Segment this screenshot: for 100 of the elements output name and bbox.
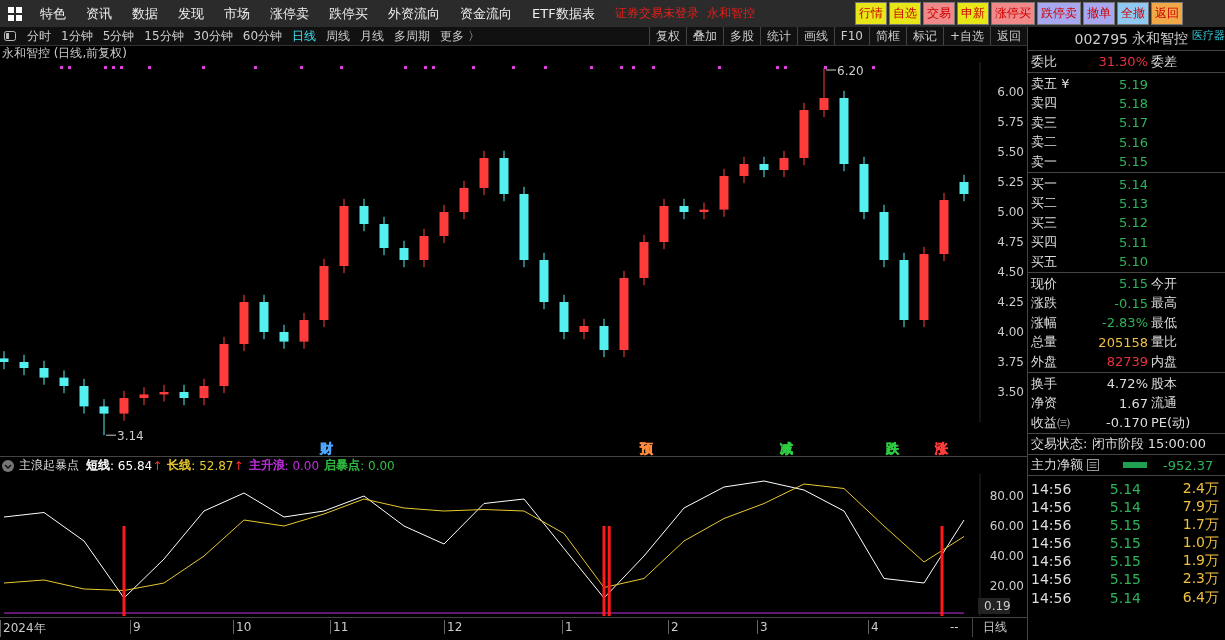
candlestick [799, 102, 809, 166]
period-tab[interactable]: 5分钟 [97, 27, 140, 45]
field-value: 5.13 [1118, 195, 1149, 211]
field-label: 总量 [1031, 333, 1058, 352]
field-label: PE(动) [1151, 413, 1192, 432]
axis-label: 5.75 [997, 115, 1024, 129]
field-value: -2.83% [1101, 315, 1149, 331]
legend-value: : 52.87 [191, 458, 234, 473]
period-tab[interactable]: 周线 [321, 27, 356, 45]
stock-name: 永和智控 [1132, 29, 1188, 48]
menu-item[interactable]: 数据 [122, 4, 168, 23]
tool-button[interactable]: 叠加 [685, 27, 723, 45]
field-label: 买三 [1031, 213, 1058, 232]
tick-price: 5.14 [1108, 589, 1141, 606]
event-marker[interactable]: 跌 [885, 441, 899, 456]
candlestick [179, 384, 189, 406]
menu-item[interactable]: 特色 [30, 4, 76, 23]
period-tab[interactable]: 分时 [22, 27, 56, 45]
legend-label: 短线 [86, 457, 110, 474]
app-grid-icon[interactable] [8, 6, 22, 21]
field-label: 卖三 [1031, 113, 1058, 132]
field-label: 现价 [1031, 275, 1058, 293]
field-value: 5.10 [1118, 254, 1149, 270]
tool-button[interactable]: 返回 [990, 27, 1027, 45]
axis-label: 1 [562, 620, 573, 634]
field-value: 205158 [1097, 334, 1149, 350]
indicator-name: 主浪起暴点 [19, 457, 79, 474]
axis-label: 10 [233, 620, 252, 634]
field-value: 5.14 [1118, 176, 1149, 192]
tool-button[interactable]: 复权 [648, 27, 686, 45]
axis-label: 3.50 [997, 385, 1024, 399]
field-label: 卖五 ¥ [1031, 75, 1071, 94]
axis-label: 9 [130, 620, 141, 634]
menu-item[interactable]: 发现 [168, 4, 214, 23]
legend-value: : 0.00 [284, 458, 320, 473]
quick-button[interactable]: 行情 [855, 2, 887, 25]
menu-item[interactable]: ETF数据表 [522, 4, 605, 23]
tool-button[interactable]: 画线 [796, 27, 834, 45]
tool-button[interactable]: 多股 [722, 27, 760, 45]
field-label: 量比 [1151, 333, 1178, 352]
axis-label: 4.50 [997, 265, 1024, 279]
period-tab[interactable]: 30分钟 [188, 27, 238, 45]
tool-button[interactable]: +自选 [942, 27, 990, 45]
candlestick [719, 168, 729, 218]
tick-volume: 1.7万 [1181, 515, 1220, 534]
tick-time: 14:56 [1031, 480, 1073, 497]
field-label: 涨跌 [1031, 294, 1058, 313]
menu-item[interactable]: 资金流向 [450, 4, 522, 23]
axis-label: 4.00 [997, 325, 1024, 339]
event-marker[interactable]: 减 [779, 441, 793, 456]
tool-button[interactable]: 标记 [905, 27, 943, 45]
quick-button[interactable]: 申新 [957, 2, 989, 25]
period-tab[interactable]: 15分钟 [139, 27, 189, 45]
event-marker[interactable]: 预 [639, 441, 653, 456]
sector-tag[interactable]: 医疗器 [1192, 28, 1225, 43]
axis-label: 2024年 [0, 620, 46, 637]
event-marker[interactable]: 涨 [934, 441, 948, 456]
field-value: 5.12 [1118, 215, 1149, 231]
tick-time: 14:56 [1031, 571, 1073, 588]
collapse-icon[interactable] [2, 459, 14, 472]
list-icon[interactable] [1087, 459, 1099, 472]
period-tab[interactable]: 多周期 [389, 27, 436, 45]
candlestick [559, 294, 569, 340]
period-tab[interactable]: 月线 [355, 27, 390, 45]
candlestick [299, 312, 309, 350]
candlestick [479, 150, 489, 196]
menu-item[interactable]: 市场 [214, 4, 260, 23]
tick-volume: 6.4万 [1181, 588, 1220, 607]
chart-title: 永和智控 (日线,前复权) [1, 46, 128, 61]
menu-item[interactable]: 跌停买 [319, 4, 378, 23]
menu-item[interactable]: 外资流向 [378, 4, 450, 23]
tool-button[interactable]: 统计 [759, 27, 797, 45]
field-label: 今开 [1151, 275, 1178, 293]
period-tab[interactable]: 更多 〉 [435, 27, 485, 45]
axis-label: 20.00 [989, 579, 1024, 593]
tool-button[interactable]: F10 [833, 27, 869, 45]
period-tab[interactable]: 1分钟 [56, 27, 98, 45]
axis-label: 5.50 [997, 145, 1024, 159]
field-value: 5.17 [1118, 115, 1149, 131]
candlestick [319, 258, 329, 328]
candlestick [859, 156, 869, 220]
quick-button[interactable]: 自选 [889, 2, 921, 25]
menu-item[interactable]: 涨停卖 [260, 4, 319, 23]
candlestick [579, 318, 589, 340]
candlestick [459, 180, 469, 220]
axis-label: 3 [757, 620, 768, 634]
tick-time: 14:56 [1031, 516, 1073, 533]
candlestick [59, 369, 69, 394]
menu-item[interactable]: 资讯 [76, 4, 122, 23]
event-marker[interactable]: 财 [319, 441, 333, 456]
tick-volume: 1.0万 [1181, 534, 1220, 553]
period-tab[interactable]: 日线 [287, 27, 322, 45]
candlestick [739, 156, 749, 184]
panel-toggle-icon[interactable] [4, 31, 16, 41]
candlestick [879, 204, 889, 268]
field-label: 主力净额 [1031, 456, 1083, 475]
tick-time: 14:56 [1031, 498, 1073, 515]
period-tab[interactable]: 60分钟 [237, 27, 288, 45]
period-label[interactable]: 日线 [972, 618, 1017, 637]
tool-button[interactable]: 简框 [868, 27, 906, 45]
